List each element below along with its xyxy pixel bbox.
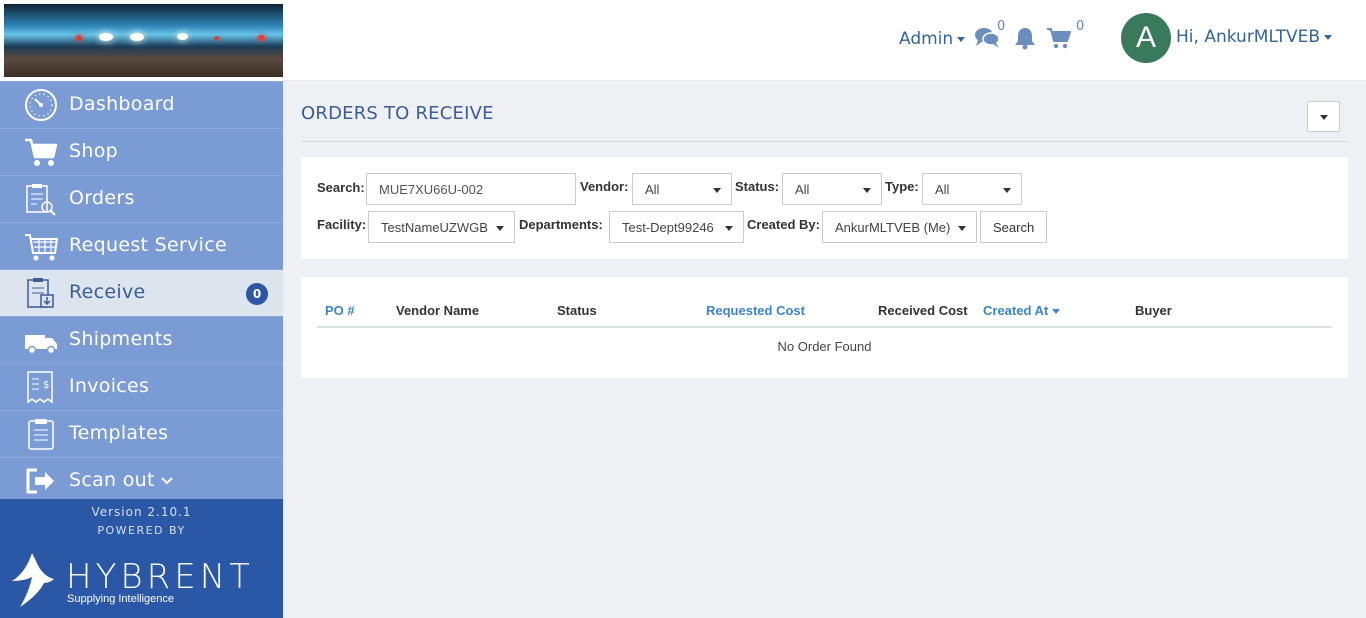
dashboard-icon: [25, 89, 57, 121]
request-service-icon: [25, 234, 59, 261]
caret-down-icon: [713, 188, 721, 193]
search-button[interactable]: Search: [980, 211, 1047, 243]
search-input[interactable]: MUE7XU66U-002: [366, 173, 576, 205]
caret-down-icon: [1320, 115, 1328, 120]
user-menu[interactable]: Hi, AnkurMLTVEB: [1176, 27, 1333, 47]
scan-out-icon: [26, 468, 54, 494]
brand-name: HYBRENT: [66, 557, 254, 597]
top-bar: Admin 0 0 A Hi, AnkurMLTVEB: [283, 0, 1366, 81]
sidebar-item-invoices[interactable]: $ Invoices: [0, 363, 283, 410]
brand-tagline: Supplying Intelligence: [67, 593, 175, 605]
sidebar-item-request-service[interactable]: Request Service: [0, 222, 283, 269]
title-divider: [301, 141, 1348, 142]
sidebar-item-label: Shipments: [69, 328, 173, 350]
version-text: Version 2.10.1: [91, 505, 192, 519]
type-select[interactable]: All: [922, 173, 1022, 205]
sidebar: Dashboard Shop Orders Request Service Re…: [0, 0, 283, 618]
filter-panel: Search: MUE7XU66U-002 Vendor: All Status…: [301, 157, 1348, 259]
column-header-requested-cost[interactable]: Requested Cost: [706, 303, 805, 318]
status-select[interactable]: All: [782, 173, 882, 205]
sidebar-item-label: Orders: [69, 187, 135, 209]
sidebar-item-orders[interactable]: Orders: [0, 175, 283, 222]
chevron-down-icon: [161, 476, 173, 484]
vendor-label: Vendor:: [580, 179, 629, 194]
sidebar-footer: Version 2.10.1 POWERED BY HYBRENT Supply…: [0, 499, 283, 618]
sidebar-item-label: Templates: [69, 422, 169, 444]
sidebar-item-label: Receive: [69, 281, 146, 303]
caret-down-icon: [863, 188, 871, 193]
vendor-select[interactable]: All: [632, 173, 732, 205]
sidebar-item-label: Invoices: [69, 375, 150, 397]
hybrent-bird-logo-icon: [12, 553, 54, 607]
templates-icon: [28, 419, 54, 450]
created-by-label: Created By:: [747, 217, 820, 232]
sidebar-item-dashboard[interactable]: Dashboard: [0, 81, 283, 128]
caret-down-icon: [957, 36, 966, 42]
sidebar-item-label: Request Service: [69, 234, 227, 256]
sidebar-item-label: Dashboard: [69, 93, 175, 115]
cart-count: 0: [1076, 19, 1085, 34]
table-header-divider: [317, 326, 1332, 328]
caret-down-icon: [496, 226, 504, 231]
sidebar-item-label: Scan out: [69, 469, 173, 491]
facility-select[interactable]: TestNameUZWGB: [368, 211, 515, 243]
receive-count-badge: 0: [246, 283, 268, 305]
column-header-vendor-name: Vendor Name: [396, 303, 480, 318]
type-label: Type:: [885, 179, 919, 194]
search-label: Search:: [317, 180, 365, 195]
sidebar-nav: Dashboard Shop Orders Request Service Re…: [0, 81, 283, 504]
page-title: ORDERS TO RECEIVE: [301, 103, 494, 124]
bell-icon[interactable]: [1012, 26, 1038, 50]
departments-label: Departments:: [519, 217, 603, 232]
caret-down-icon: [958, 226, 966, 231]
avatar[interactable]: A: [1121, 13, 1171, 63]
admin-menu[interactable]: Admin: [899, 29, 966, 49]
caret-down-icon: [1324, 34, 1333, 40]
receive-icon: [27, 278, 54, 308]
sort-desc-icon: [1052, 309, 1061, 315]
header-banner-image: [4, 4, 283, 77]
sidebar-item-label: Shop: [69, 140, 118, 162]
facility-label: Facility:: [317, 217, 367, 232]
orders-icon: [26, 184, 56, 216]
powered-by-text: POWERED BY: [97, 524, 186, 537]
status-label: Status:: [735, 179, 780, 194]
column-header-po[interactable]: PO #: [325, 303, 355, 318]
column-header-created-at[interactable]: Created At: [983, 303, 1061, 318]
cart-icon: [25, 138, 58, 166]
cart-icon[interactable]: [1046, 26, 1072, 50]
sidebar-item-scan-out[interactable]: Scan out: [0, 457, 283, 504]
column-header-received-cost: Received Cost: [878, 303, 968, 318]
messages-count: 0: [997, 19, 1006, 34]
sidebar-item-shop[interactable]: Shop: [0, 128, 283, 175]
sidebar-item-shipments[interactable]: Shipments: [0, 316, 283, 363]
caret-down-icon: [1003, 188, 1011, 193]
sidebar-item-receive[interactable]: Receive 0: [0, 269, 283, 316]
sidebar-item-templates[interactable]: Templates: [0, 410, 283, 457]
empty-state-text: No Order Found: [777, 339, 872, 354]
invoice-icon: $: [27, 371, 53, 404]
caret-down-icon: [725, 226, 733, 231]
departments-select[interactable]: Test-Dept99246: [609, 211, 744, 243]
column-header-buyer: Buyer: [1135, 303, 1172, 318]
created-by-select[interactable]: AnkurMLTVEB (Me): [822, 211, 977, 243]
column-header-status: Status: [557, 303, 597, 318]
svg-text:$: $: [43, 380, 49, 391]
page-options-button[interactable]: [1307, 101, 1340, 132]
truck-icon: [25, 335, 57, 355]
logo-box: [0, 0, 283, 81]
orders-table: PO # Vendor Name Status Requested Cost R…: [301, 277, 1348, 378]
